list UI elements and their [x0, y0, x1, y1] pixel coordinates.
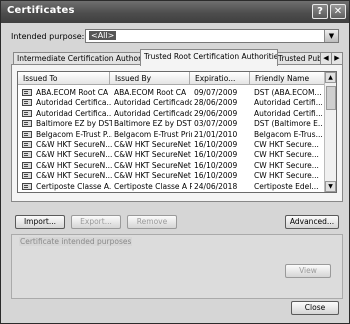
- certificate-icon: [22, 120, 32, 128]
- certificate-list[interactable]: Issued To Issued By Expiratio... Friendl…: [17, 71, 337, 193]
- chevron-down-icon[interactable]: ▼: [324, 30, 338, 42]
- table-row[interactable]: Autoridad Certifica... Autoridad Certific…: [18, 108, 324, 119]
- close-button[interactable]: Close: [291, 301, 339, 315]
- certificate-icon: [22, 161, 32, 169]
- certificate-icon: [22, 109, 32, 117]
- intended-purpose-value: <All>: [89, 31, 117, 40]
- certificates-dialog: Certificates ? ✕ Intended purpose: <All>…: [0, 0, 350, 324]
- certificate-icon: [22, 89, 32, 96]
- table-row[interactable]: ABA.ECOM Root CA ABA.ECOM Root CA 09/07/20…: [18, 87, 324, 98]
- table-row[interactable]: C&W HKT SecureN... C&W HKT SecureNet ... 1…: [18, 139, 324, 150]
- table-cell: CW HKT Secure...: [254, 171, 319, 181]
- table-cell: C&W HKT SecureN...: [36, 160, 112, 170]
- table-cell: 03/07/2009: [194, 119, 238, 129]
- table-cell: Autoridad Certifi...: [254, 108, 322, 118]
- table-row[interactable]: Belgacom E-Trust P... Belgacom E-Trust Pr…: [18, 129, 324, 140]
- table-cell: C&W HKT SecureNet ...: [114, 171, 192, 181]
- table-cell: C&W HKT SecureN...: [36, 150, 112, 160]
- table-row[interactable]: Baltimore EZ by DST Baltimore EZ by DST 03…: [18, 118, 324, 129]
- column-issued-to[interactable]: Issued To: [18, 72, 110, 85]
- table-cell: Autoridad Certifica...: [36, 98, 112, 108]
- import-button[interactable]: Import...: [15, 215, 65, 229]
- table-cell: C&W HKT SecureN...: [36, 140, 112, 149]
- certificate-icon: [22, 130, 32, 138]
- intended-purpose-select[interactable]: <All> ▼: [85, 29, 339, 43]
- table-cell: Autoridad Certifica...: [36, 108, 112, 118]
- certificate-icon: [22, 141, 32, 148]
- table-row[interactable]: Autoridad Certifica... Autoridad Certific…: [18, 97, 324, 108]
- export-button[interactable]: Export...: [71, 215, 121, 229]
- close-window-button[interactable]: ✕: [330, 4, 346, 19]
- table-cell: C&W HKT SecureNet ...: [114, 150, 192, 160]
- table-cell: Baltimore EZ by DST: [114, 119, 192, 129]
- table-row[interactable]: C&W HKT SecureN... C&W HKT SecureNet ... 1…: [18, 149, 324, 160]
- help-icon: ?: [317, 6, 323, 17]
- table-cell: Certiposte Edel...: [254, 181, 319, 191]
- table-cell: ABA.ECOM Root CA: [36, 88, 109, 97]
- table-cell: Belgacom E-Trus...: [254, 129, 322, 139]
- column-expiration[interactable]: Expiratio...: [190, 72, 250, 85]
- table-cell: DST (Baltimore E...: [254, 119, 322, 129]
- table-row[interactable]: Certiposte Classe A... Certiposte Classe …: [18, 181, 324, 192]
- scroll-down-icon[interactable]: ▼: [325, 181, 336, 192]
- table-cell: ABA.ECOM Root CA: [114, 88, 187, 97]
- table-row[interactable]: C&W HKT SecureN... C&W HKT SecureNet ... 1…: [18, 160, 324, 171]
- certificate-icon: [22, 172, 32, 180]
- intended-purposes-label: Certificate intended purposes: [19, 237, 133, 246]
- help-button[interactable]: ?: [312, 4, 328, 19]
- table-cell: Baltimore EZ by DST: [36, 119, 112, 129]
- scroll-up-icon[interactable]: ▲: [325, 72, 336, 83]
- close-icon: ✕: [333, 6, 343, 17]
- table-cell: 28/06/2009: [194, 98, 238, 108]
- table-cell: C&W HKT SecureNet ...: [114, 160, 192, 170]
- table-cell: Autoridad Certificador...: [114, 108, 192, 118]
- table-cell: C&W HKT SecureNet ...: [114, 140, 192, 149]
- table-cell: Belgacom E-Trust Prim...: [114, 129, 192, 139]
- table-cell: 16/10/2009: [194, 171, 238, 181]
- table-cell: 16/10/2009: [194, 150, 238, 160]
- table-cell: 24/06/2018: [194, 181, 238, 191]
- table-cell: 09/07/2009: [194, 88, 238, 97]
- certificate-icon: [22, 182, 32, 190]
- advanced-button[interactable]: Advanced...: [285, 215, 339, 229]
- table-cell: CW HKT Secure...: [254, 160, 319, 170]
- table-cell: 29/06/2009: [194, 108, 238, 118]
- table-cell: 16/10/2009: [194, 140, 238, 149]
- table-cell: Autoridad Certifi...: [254, 98, 322, 108]
- table-cell: Belgacom E-Trust P...: [36, 129, 112, 139]
- certificate-icon: [22, 99, 32, 107]
- table-row[interactable]: C&W HKT SecureN... C&W HKT SecureNet ... 1…: [18, 170, 324, 181]
- table-cell: Certiposte Classe A P...: [114, 181, 192, 191]
- table-cell: DST (ABA.ECOM...: [254, 88, 322, 97]
- intended-purpose-label: Intended purpose:: [11, 32, 85, 41]
- table-cell: Certiposte Classe A...: [36, 181, 112, 191]
- certificate-icon: [22, 151, 32, 159]
- table-cell: 16/10/2009: [194, 160, 238, 170]
- scrollbar-thumb[interactable]: [326, 86, 336, 110]
- window-title: Certificates: [7, 5, 75, 16]
- table-cell: 21/01/2010: [194, 129, 238, 139]
- table-cell: CW HKT Secure...: [254, 150, 319, 160]
- table-cell: C&W HKT SecureN...: [36, 171, 112, 181]
- title-bar[interactable]: Certificates ? ✕: [1, 1, 349, 23]
- tab-trusted-root-ca[interactable]: Trusted Root Certification Authorities: [140, 49, 278, 66]
- column-issued-by[interactable]: Issued By: [110, 72, 190, 85]
- vertical-scrollbar[interactable]: ▲ ▼: [324, 72, 336, 192]
- column-friendly-name[interactable]: Friendly Name: [250, 72, 325, 85]
- remove-button[interactable]: Remove: [127, 215, 177, 229]
- table-cell: CW HKT Secure...: [254, 140, 319, 149]
- table-cell: Autoridad Certificador...: [114, 98, 192, 108]
- view-button[interactable]: View: [285, 264, 331, 278]
